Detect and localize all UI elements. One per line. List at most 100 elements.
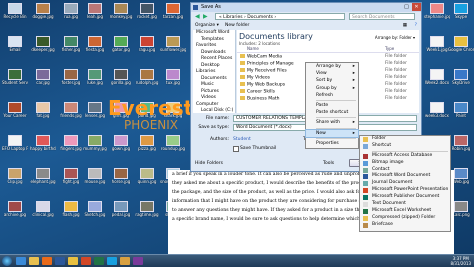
desktop-icon[interactable]: fight.jpg [58,168,84,188]
close-icon[interactable]: ✕ [412,3,421,11]
chrome-taskbar-icon[interactable] [68,257,78,265]
explorer-taskbar-icon[interactable] [29,257,39,265]
back-arrow-icon[interactable]: ◀ [195,13,200,20]
desktop-icon[interactable]: happy birthday.jpg [30,135,56,155]
paint-taskbar-icon[interactable] [120,257,130,265]
desktop-icon[interactable]: ragu.jpg [134,36,160,56]
tools-dropdown[interactable]: Tools [323,161,334,166]
desktop-icon[interactable]: Student Services [2,69,28,89]
desktop-icon[interactable]: friends.jpg [58,102,84,122]
powerpoint-taskbar-icon[interactable] [81,257,91,265]
desktop-icon[interactable]: Robin.jpg [448,135,474,155]
desktop-icon[interactable]: rocket.jpg [134,3,160,23]
forward-arrow-icon[interactable]: ▶ [203,13,208,20]
desktop-icon[interactable]: rua.jpg [58,3,84,23]
media-taskbar-icon[interactable] [42,257,52,265]
desktop-icon[interactable]: gorilla.jpg [108,69,134,89]
desktop-icon[interactable]: Paint [448,102,474,122]
context-menu-item[interactable]: Refresh [306,92,358,99]
desktop-icon[interactable]: week3.docx [424,102,450,122]
desktop-icon[interactable]: rudolph.jpg [134,69,160,89]
desktop-icon[interactable]: horse.jpg [108,168,134,188]
context-menu-item[interactable]: Share with ▸ [306,119,358,126]
desktop-icon[interactable]: fat.jpg [30,102,56,122]
new-folder-button[interactable]: New folder [225,22,249,29]
context-menu-item[interactable]: New ▸ [305,128,359,138]
context-menu-item[interactable]: Arrange by ▸ [306,63,358,70]
new-submenu-item[interactable]: Microsoft Excel Worksheet [360,208,450,215]
context-menu-item[interactable]: Properties [306,140,358,147]
new-submenu-item[interactable]: Folder [360,136,450,143]
excel-taskbar-icon[interactable] [94,257,104,265]
desktop-icon[interactable]: gator.jpg [108,36,134,56]
start-button[interactable] [2,256,12,266]
column-name[interactable]: Name [247,46,259,52]
address-bar[interactable]: « Libraries › Documents › [215,13,345,20]
new-submenu-item[interactable]: Briefcase [360,222,450,229]
desktop-icon[interactable]: lenses.jpg [82,102,108,122]
maximize-icon[interactable]: □ [402,3,411,11]
arrange-by-dropdown[interactable]: Arrange by: Folder ▾ [375,35,415,40]
clock[interactable]: 3:37 PM 8/31/2013 [450,256,471,266]
desktop-icon[interactable]: pedal.jpg [108,201,134,221]
desktop-icon[interactable]: Skype [448,3,474,23]
skype-taskbar-icon[interactable] [107,257,117,265]
nav-item[interactable]: Microsoft Word [193,30,235,37]
desktop-icon[interactable]: sunflower.jpg [160,36,186,56]
desktop-icon[interactable]: flash.jpg [58,201,84,221]
desktop-icon[interactable]: stephanie.jpg [424,3,450,23]
organize-button[interactable]: Organize ▾ [195,22,219,29]
desktop-icon[interactable]: fingers.jpg [58,135,84,155]
desktop-icon[interactable]: clinical.jpg [30,201,56,221]
desktop-icon[interactable]: archive.jpg [2,201,28,221]
desktop-icon[interactable]: doggie.jpg [30,3,56,23]
desktop-icon[interactable]: Week1.jpg [424,36,450,56]
search-input[interactable]: Search Documents [349,13,415,20]
context-menu-item[interactable]: Paste shortcut [306,109,358,116]
new-submenu-item[interactable]: Text Document [360,201,450,208]
context-menu-item[interactable]: Paste [306,102,358,109]
desktop-icon[interactable]: Google Chrome [448,36,474,56]
new-submenu-item[interactable]: Microsoft Publisher Document [360,194,450,201]
nav-item[interactable]: Local Disk (C:) [193,108,235,115]
new-submenu-item[interactable]: Shortcut [360,143,450,150]
desktop-icon[interactable]: Sketch.jpg [82,201,108,221]
word-taskbar-icon[interactable] [55,257,65,265]
desktop-icon[interactable]: elephant.jpg [30,168,56,188]
desktop-icon[interactable]: leah.jpg [82,3,108,23]
new-submenu-item[interactable]: Bitmap image [360,160,450,167]
view-options-icon[interactable]: ▦ [403,22,407,29]
context-menu-item[interactable]: Group by ▸ [306,85,358,92]
desktop-icon[interactable]: EFO Laptop FAQ.pdf [2,135,28,155]
desktop-icon[interactable]: foster.jpg [58,69,84,89]
desktop-icon[interactable]: roundup.jpg [160,135,186,155]
desktop-icon[interactable]: dkeeper.jpg [30,36,56,56]
desktop-icon[interactable]: car.jpg [30,69,56,89]
desktop-icon[interactable]: Email [2,36,28,56]
desktop-icon[interactable]: pizza.jpg [134,135,160,155]
desktop-icon[interactable]: monkey.jpg [108,3,134,23]
desktop-icon[interactable]: Clip.jpg [2,168,28,188]
desktop-icon[interactable]: mouse.jpg [82,168,108,188]
desktop-icon[interactable]: tarzan.jpg [160,3,186,23]
onenote-taskbar-icon[interactable] [133,257,143,265]
file-row[interactable]: WebCam Media File folder [237,54,419,60]
desktop-icon[interactable]: fisher.jpg [58,36,84,56]
desktop-icon[interactable]: Week2.docx [424,69,450,89]
desktop-icon[interactable]: gown.jpg [108,135,134,155]
desktop-icon[interactable]: Your Career [2,102,28,122]
new-submenu-item[interactable]: Microsoft Access Database [360,153,450,160]
desktop-icon[interactable]: fiesta.jpg [82,36,108,56]
desktop-icon[interactable]: SkyDrive [448,69,474,89]
ie-taskbar-icon[interactable] [16,257,26,265]
hide-folders-button[interactable]: Hide Folders [195,161,223,166]
authors-value[interactable]: Student [233,137,251,142]
thumbnail-checkbox[interactable] [233,146,239,152]
desktop-icon[interactable]: quinn.jpg [134,168,160,188]
dialog-titlebar[interactable]: Save As □ ✕ [191,3,421,12]
column-type[interactable]: Type [385,46,394,52]
desktop-icon[interactable]: tux.jpg [160,69,186,89]
desktop-icon[interactable]: luke.jpg [82,69,108,89]
context-menu-item[interactable]: View ▸ [306,70,358,77]
desktop-icon[interactable]: mummy.jpg [82,135,108,155]
